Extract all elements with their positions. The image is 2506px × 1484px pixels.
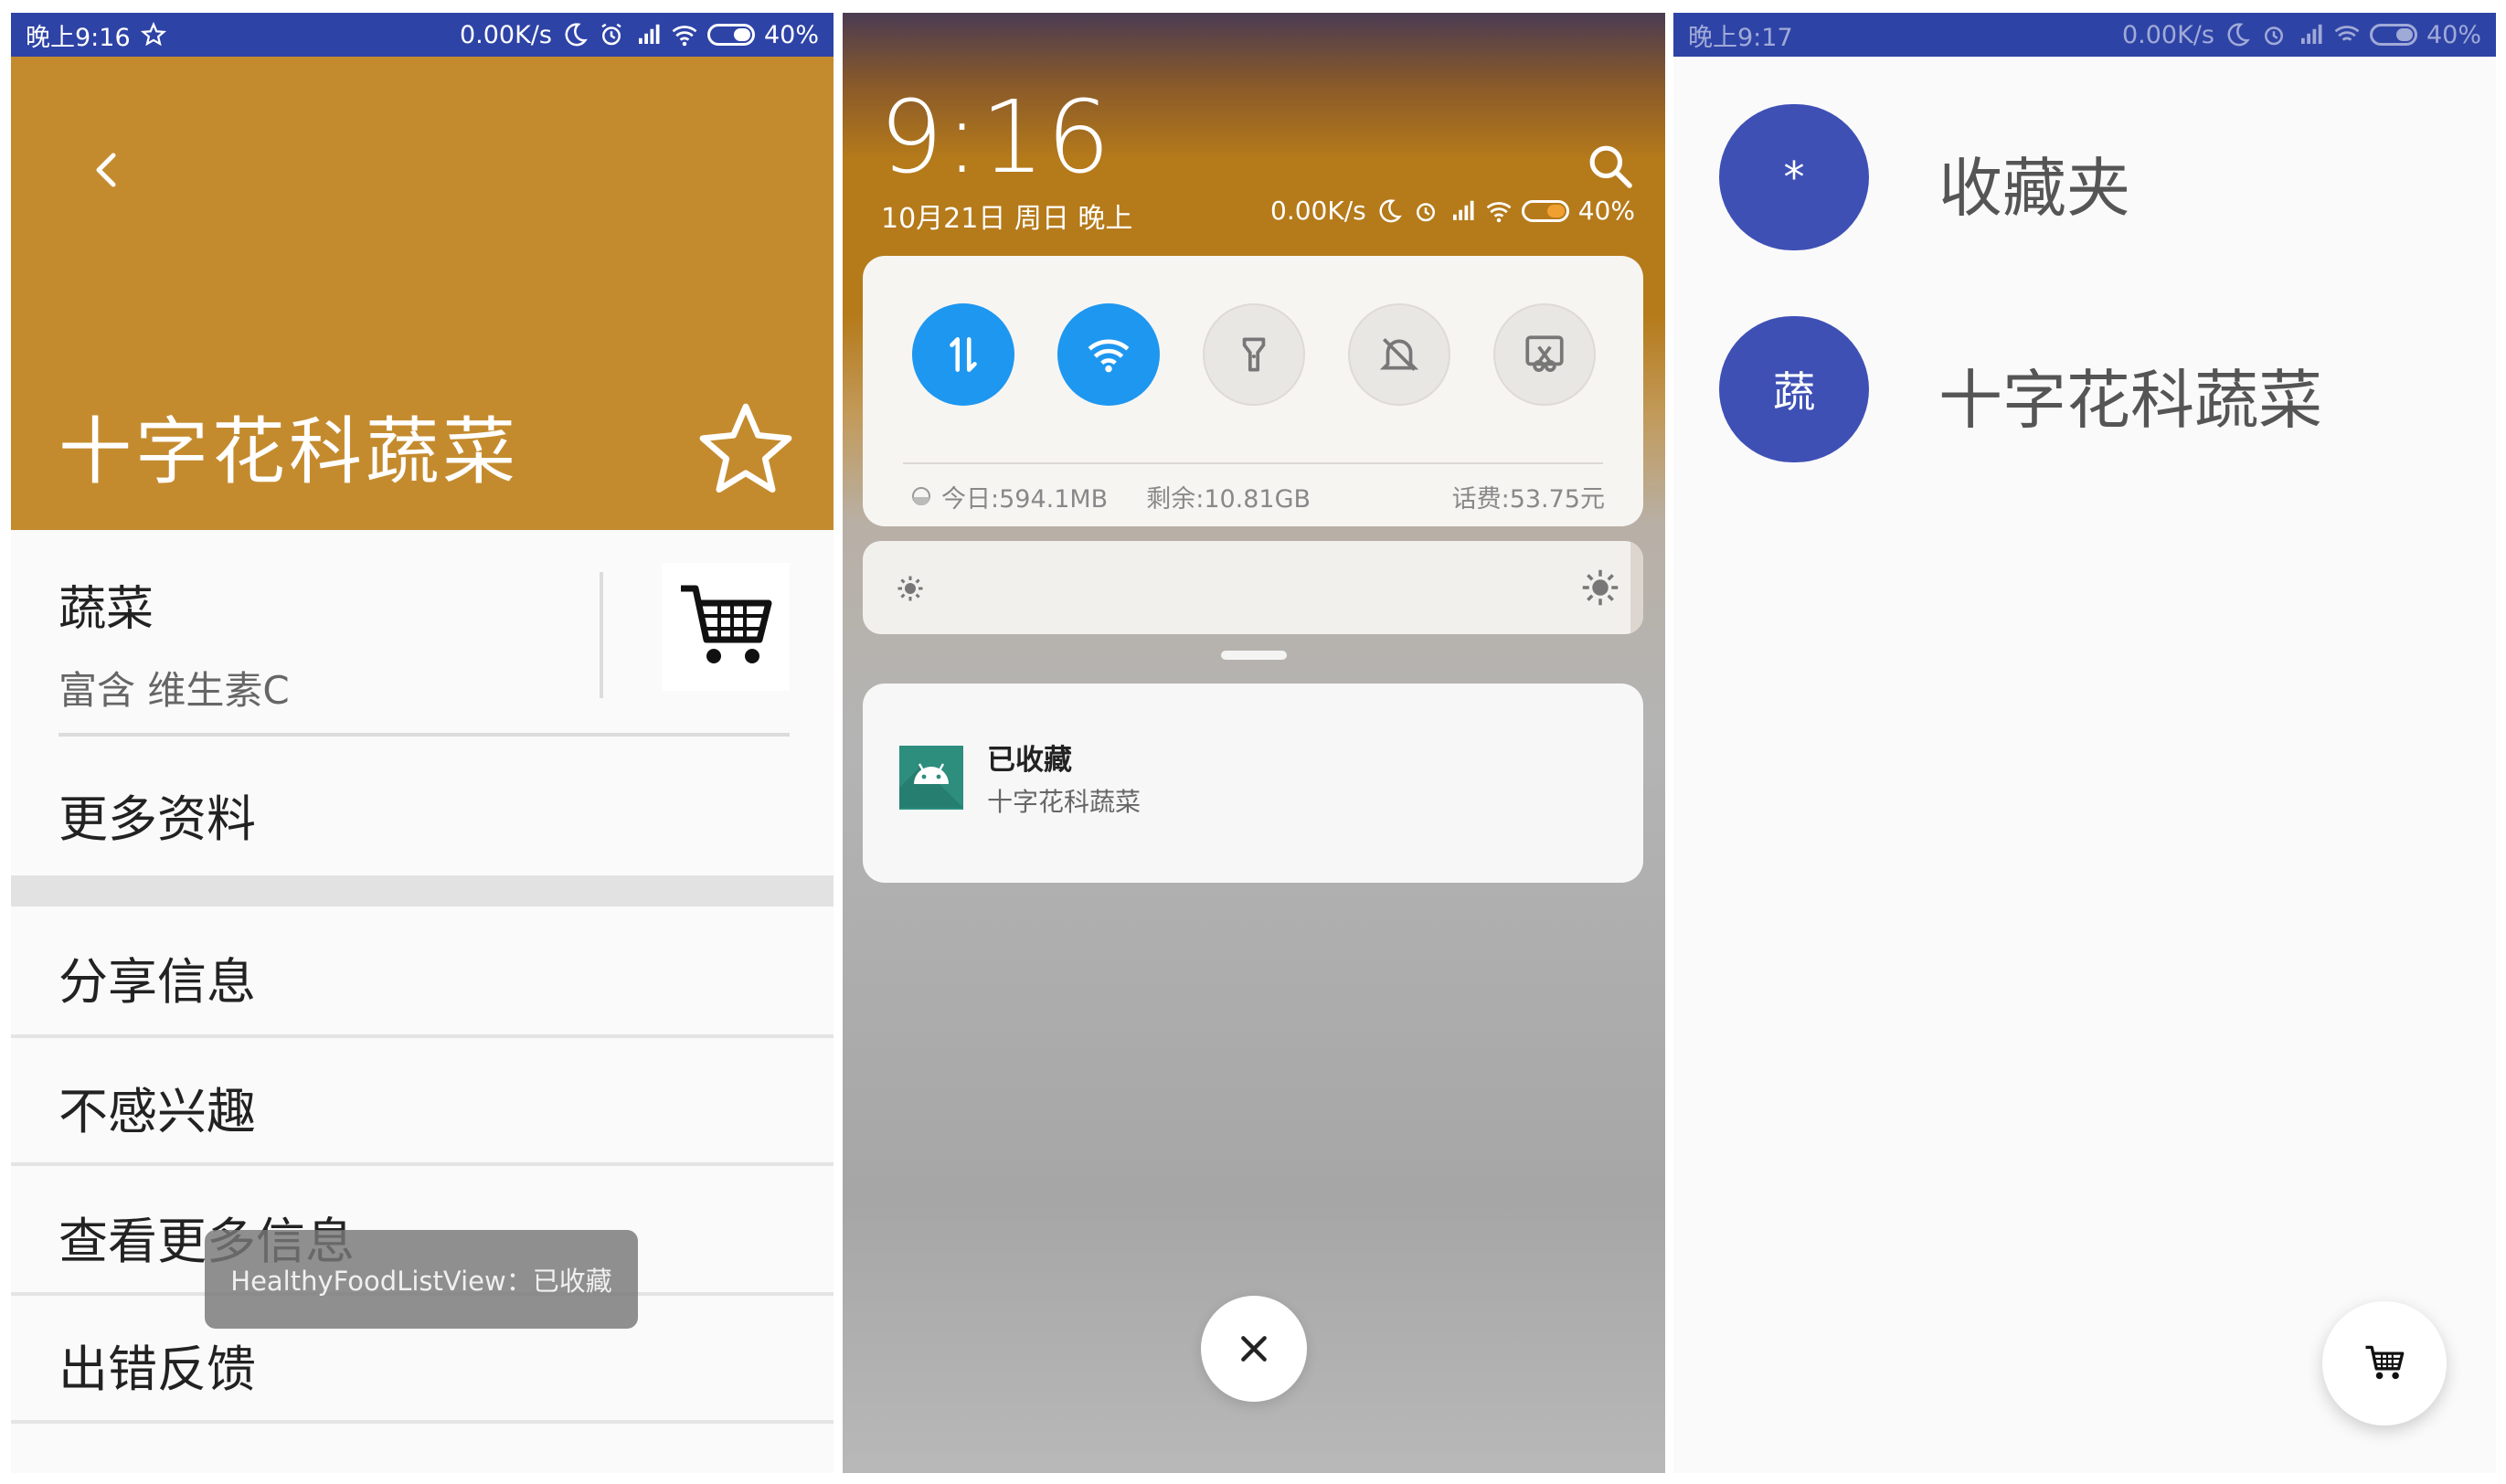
clear-notifications-button[interactable] [1201,1296,1307,1402]
avatar: * [1719,104,1869,250]
back-button[interactable] [79,143,133,197]
divider [11,1420,834,1424]
brightness-low-icon [897,576,923,601]
battery-percent: 40% [1577,196,1635,226]
cart-button[interactable] [662,563,790,691]
notification-text: 十字花科蔬菜 [987,787,1142,817]
battery-icon [1521,199,1569,222]
search-icon [1589,145,1632,188]
menu-feedback[interactable]: 出错反馈 [11,1329,834,1401]
close-icon [1241,1336,1267,1362]
chevron-left-icon [96,153,116,187]
usage-remaining: 剩余:10.81GB [1146,484,1311,514]
phone-fee: 话费:53.75元 [1451,484,1605,514]
alarm-icon [1416,202,1435,221]
divider [58,733,790,737]
brightness-slider[interactable] [863,541,1643,634]
section-gap [11,875,834,906]
wifi-icon [1486,201,1512,222]
list-item-favorites[interactable]: * 收藏夹 [1673,104,2496,260]
favorite-button[interactable] [695,398,797,501]
list-item-vegetable[interactable]: 蔬 十字花科蔬菜 [1673,316,2496,472]
status-time: 晚上9:17 [1688,23,1793,52]
food-header: 十字花科蔬菜 [11,57,834,530]
star-status-icon [140,21,167,48]
signal-icon [1452,200,1474,220]
battery-icon [706,24,755,46]
data-arrows-icon [950,337,977,372]
menu-not-interested[interactable]: 不感兴趣 [11,1071,834,1143]
alarm-icon [2260,21,2288,48]
shade-status: 0.00K/s 40% [1270,196,1635,226]
list-item-label: 收藏夹 [1938,151,2130,226]
bell-off-icon [1379,338,1419,371]
category-title: 蔬菜 [58,582,154,637]
status-bar: 晚上9:16 0.00K/s 40% [11,13,834,57]
cart-fab[interactable] [2322,1301,2447,1426]
flashlight-icon [1242,337,1266,372]
alarm-icon [598,21,625,48]
moon-icon [1379,198,1402,222]
flashlight-toggle[interactable] [1203,303,1305,406]
shopping-cart-icon [681,585,772,663]
divider [11,1162,834,1166]
vertical-divider [600,572,603,698]
detail-screen: 晚上9:16 0.00K/s 40% 十字花科蔬菜 蔬菜 富含 维生素C 更多资… [11,13,834,1473]
status-bar: 晚上9:17 0.00K/s 40% [1673,13,2496,57]
shade-date: 10月21日 周日 晚上 [881,203,1133,235]
list-item-label: 十字花科蔬菜 [1938,363,2322,438]
screenshot-toggle[interactable] [1493,303,1596,406]
notification-card[interactable]: 已收藏 十字花科蔬菜 [863,684,1643,883]
mobile-data-toggle[interactable] [912,303,1014,406]
star-outline-icon [699,403,792,493]
drag-handle[interactable] [1221,651,1287,660]
shopping-cart-icon [2365,1345,2405,1380]
signal-icon [2297,21,2324,48]
notification-shade: 9:16 10月21日 周日 晚上 0.00K/s 40% 今日:594.1MB… [843,13,1665,1473]
shade-clock: 9:16 [879,79,1113,196]
brightness-high-icon [1582,569,1619,606]
battery-icon [2369,24,2417,46]
quick-settings-card: 今日:594.1MB 剩余:10.81GB 话费:53.75元 [863,256,1643,526]
wifi-toggle[interactable] [1057,303,1160,406]
moon-icon [561,21,589,48]
wifi-icon [671,21,698,48]
category-subtitle: 富含 维生素C [58,668,290,713]
signal-icon [634,21,662,48]
moon-icon [2224,21,2251,48]
data-usage-stats: 今日:594.1MB 剩余:10.81GB 话费:53.75元 [910,473,1605,519]
slider-edge [1630,541,1643,634]
category-row: 蔬菜 富含 维生素C [11,530,834,738]
search-button[interactable] [1585,141,1636,192]
toast-message: HealthyFoodListView：已收藏 [205,1230,638,1329]
divider [903,462,1603,464]
wifi-icon [1088,339,1130,373]
mute-toggle[interactable] [1348,303,1450,406]
net-speed: 0.00K/s [2121,20,2214,49]
page-title: 十字花科蔬菜 [58,409,519,494]
wifi-icon [2333,21,2361,48]
net-speed: 0.00K/s [1270,196,1366,226]
divider [11,1034,834,1038]
net-speed: 0.00K/s [459,20,552,49]
scissors-icon [1525,335,1564,372]
menu-more-info[interactable]: 更多资料 [11,779,834,851]
battery-percent: 40% [763,20,819,49]
data-usage-icon [912,487,930,505]
menu-share[interactable]: 分享信息 [11,941,834,1013]
usage-today: 今日:594.1MB [941,484,1109,514]
status-time: 晚上9:16 [26,23,131,52]
battery-percent: 40% [2426,20,2481,49]
avatar: 蔬 [1719,316,1869,462]
android-app-icon [899,746,963,810]
favorites-screen: 晚上9:17 0.00K/s 40% * 收藏夹 蔬 十字花科蔬菜 [1673,13,2496,1473]
notification-title: 已收藏 [987,744,1072,777]
